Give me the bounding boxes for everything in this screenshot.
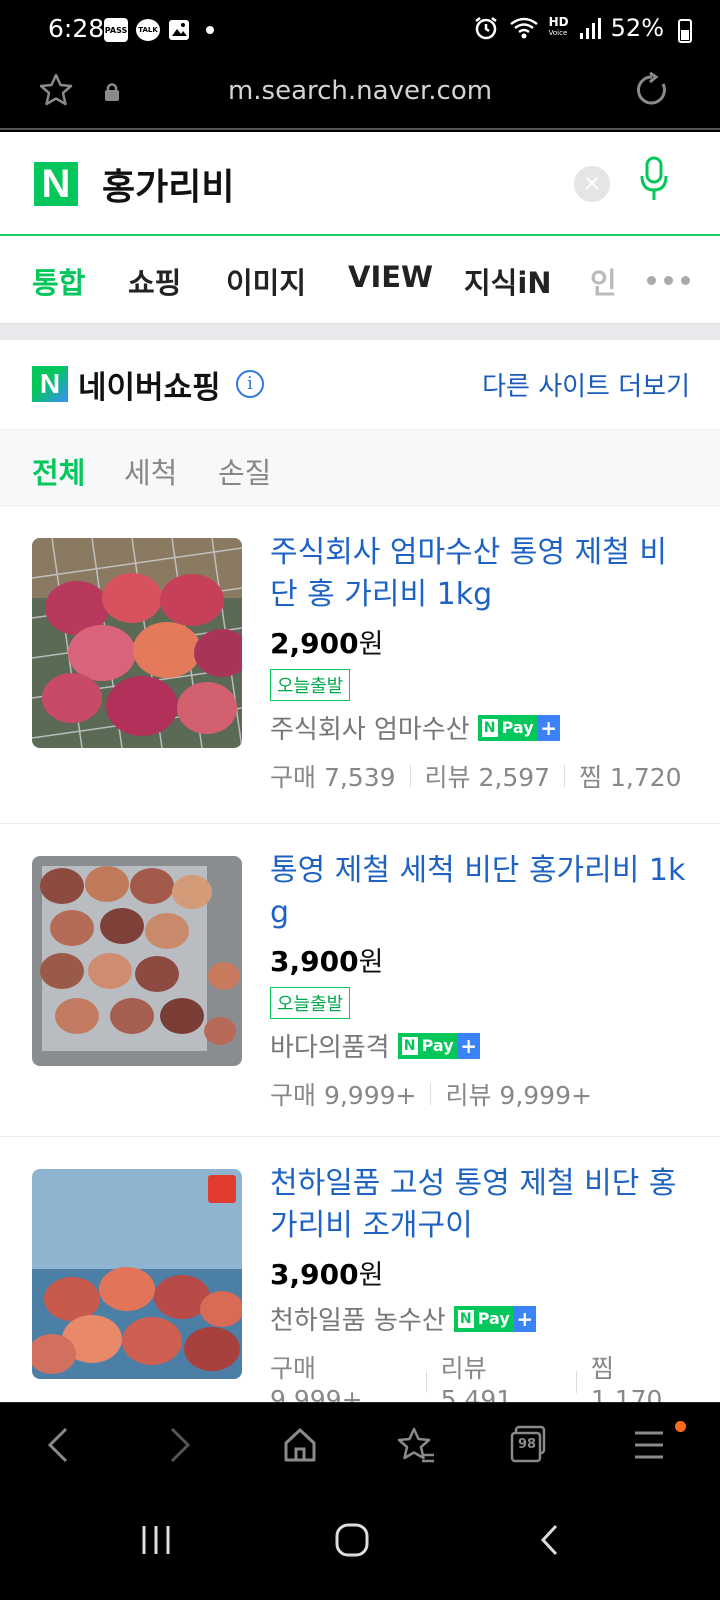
- system-icons: HD Voice 52%: [473, 14, 664, 42]
- forward-icon[interactable]: [166, 1425, 194, 1465]
- filter-cleaned[interactable]: 손질: [218, 450, 271, 492]
- product-info: 통영 제철 세척 비단 홍가리비 1kg 3,900원 오늘출발 바다의품격 N…: [270, 850, 690, 1112]
- tab-images[interactable]: 이미지: [226, 260, 306, 302]
- voice-search-icon[interactable]: [636, 156, 670, 204]
- more-notifications-dot: [206, 26, 214, 34]
- brand-stamp: [208, 1175, 236, 1203]
- tab-shopping[interactable]: 쇼핑: [128, 260, 181, 302]
- product-title[interactable]: 통영 제철 세척 비단 홍가리비 1kg: [270, 850, 690, 934]
- system-nav-bar: [0, 1490, 720, 1600]
- product-info: 주식회사 엄마수산 통영 제철 비단 홍 가리비 1kg 2,900원 오늘출발…: [270, 532, 690, 794]
- seller-name[interactable]: 바다의품격: [270, 1027, 390, 1064]
- same-day-shipping-badge: 오늘출발: [270, 987, 351, 1019]
- same-day-shipping-badge: 오늘출발: [270, 669, 351, 701]
- product-image[interactable]: [32, 1169, 242, 1379]
- review-count[interactable]: 리뷰 2,597: [425, 758, 551, 794]
- seller-row: 주식회사 엄마수산 N Pay +: [270, 709, 690, 746]
- seller-name[interactable]: 주식회사 엄마수산: [270, 709, 470, 746]
- product-image[interactable]: [32, 856, 242, 1066]
- product-list: 주식회사 엄마수산 통영 제철 비단 홍 가리비 1kg 2,900원 오늘출발…: [0, 506, 720, 1414]
- seller-row: 천하일품 농수산 N Pay +: [270, 1300, 690, 1337]
- status-bar: 6:28 PASS TALK HD Voice 52%: [0, 0, 720, 60]
- browser-toolbar: 98: [0, 1402, 720, 1490]
- wifi-icon: [509, 17, 538, 39]
- reload-icon[interactable]: [636, 72, 670, 108]
- purchase-count: 구매 7,539: [270, 763, 396, 792]
- gallery-icon: [169, 20, 189, 40]
- more-sites-link[interactable]: 다른 사이트 더보기: [482, 366, 690, 403]
- notification-icons: PASS TALK: [104, 18, 214, 42]
- back-icon[interactable]: [44, 1425, 72, 1465]
- wishlist-count: 찜 1,720: [579, 763, 682, 792]
- home-nav-icon[interactable]: [334, 1522, 370, 1558]
- tab-knowledge-in[interactable]: 지식iN: [464, 260, 552, 302]
- browser-url-bar: m.search.naver.com: [0, 60, 720, 130]
- pass-icon: PASS: [104, 18, 128, 42]
- filter-washed[interactable]: 세척: [124, 450, 177, 492]
- menu-notification-dot: [675, 1421, 686, 1432]
- product-title[interactable]: 천하일품 고성 통영 제철 비단 홍 가리비 조개구이: [270, 1163, 690, 1247]
- battery-icon: [678, 19, 692, 43]
- battery-percent: 52%: [610, 14, 664, 42]
- section-divider: [0, 324, 720, 340]
- signal-icon: [579, 18, 601, 39]
- product-item[interactable]: 천하일품 고성 통영 제철 비단 홍 가리비 조개구이 3,900원 천하일품 …: [0, 1137, 720, 1414]
- naver-pay-badge: N Pay +: [453, 1305, 536, 1332]
- product-item[interactable]: 주식회사 엄마수산 통영 제철 비단 홍 가리비 1kg 2,900원 오늘출발…: [0, 506, 720, 824]
- alarm-icon: [474, 17, 497, 40]
- shopping-filter-tabs: 전체 세척 손질: [0, 430, 720, 506]
- tab-influencer[interactable]: 인: [590, 260, 617, 302]
- product-stats: 구매 7,539 리뷰 2,597 찜 1,720: [270, 758, 690, 794]
- tab-integrated[interactable]: 통합: [32, 260, 85, 302]
- clock: 6:28: [48, 14, 105, 43]
- review-count[interactable]: 리뷰 9,999+: [445, 1076, 591, 1112]
- search-tabs: 통합 쇼핑 이미지 VIEW 지식iN 인: [0, 236, 720, 324]
- tabs-button[interactable]: 98: [510, 1425, 548, 1469]
- url-field[interactable]: m.search.naver.com: [0, 76, 720, 106]
- naver-logo[interactable]: N: [34, 162, 78, 206]
- clear-search-button[interactable]: ×: [574, 166, 610, 202]
- kakaotalk-icon: TALK: [136, 19, 160, 41]
- menu-icon[interactable]: [632, 1425, 666, 1465]
- more-tabs-icon[interactable]: [647, 276, 690, 285]
- shopping-title[interactable]: 네이버쇼핑: [78, 362, 221, 407]
- naver-shopping-logo: N: [32, 366, 68, 402]
- purchase-count: 구매 9,999+: [270, 1081, 417, 1110]
- shopping-section-header: N 네이버쇼핑 i 다른 사이트 더보기: [0, 340, 720, 430]
- product-price: 3,900원: [270, 945, 384, 978]
- product-info: 천하일품 고성 통영 제철 비단 홍 가리비 조개구이 3,900원 천하일품 …: [270, 1163, 690, 1414]
- recent-apps-icon[interactable]: [140, 1522, 172, 1558]
- product-image[interactable]: [32, 538, 242, 748]
- seller-name[interactable]: 천하일품 농수산: [270, 1300, 446, 1337]
- seller-row: 바다의품격 N Pay +: [270, 1027, 690, 1064]
- naver-pay-badge: N Pay +: [397, 1032, 480, 1059]
- product-item[interactable]: 통영 제철 세척 비단 홍가리비 1kg 3,900원 오늘출발 바다의품격 N…: [0, 824, 720, 1137]
- bookmarks-icon[interactable]: [396, 1425, 436, 1465]
- product-title[interactable]: 주식회사 엄마수산 통영 제철 비단 홍 가리비 1kg: [270, 532, 690, 616]
- tab-count: 98: [517, 1437, 537, 1452]
- filter-all[interactable]: 전체: [32, 450, 85, 492]
- search-header: N 홍가리비 ×: [0, 132, 720, 236]
- home-icon[interactable]: [282, 1425, 318, 1465]
- naver-pay-badge: N Pay +: [477, 714, 560, 741]
- product-price: 2,900원: [270, 627, 384, 660]
- product-price: 3,900원: [270, 1258, 384, 1291]
- back-nav-icon[interactable]: [538, 1522, 562, 1558]
- info-icon[interactable]: i: [236, 370, 264, 398]
- product-stats: 구매 9,999+ 리뷰 9,999+: [270, 1076, 690, 1112]
- search-input[interactable]: 홍가리비: [102, 158, 234, 210]
- hd-voice-icon: HD Voice: [548, 15, 569, 37]
- tab-view[interactable]: VIEW: [348, 260, 433, 294]
